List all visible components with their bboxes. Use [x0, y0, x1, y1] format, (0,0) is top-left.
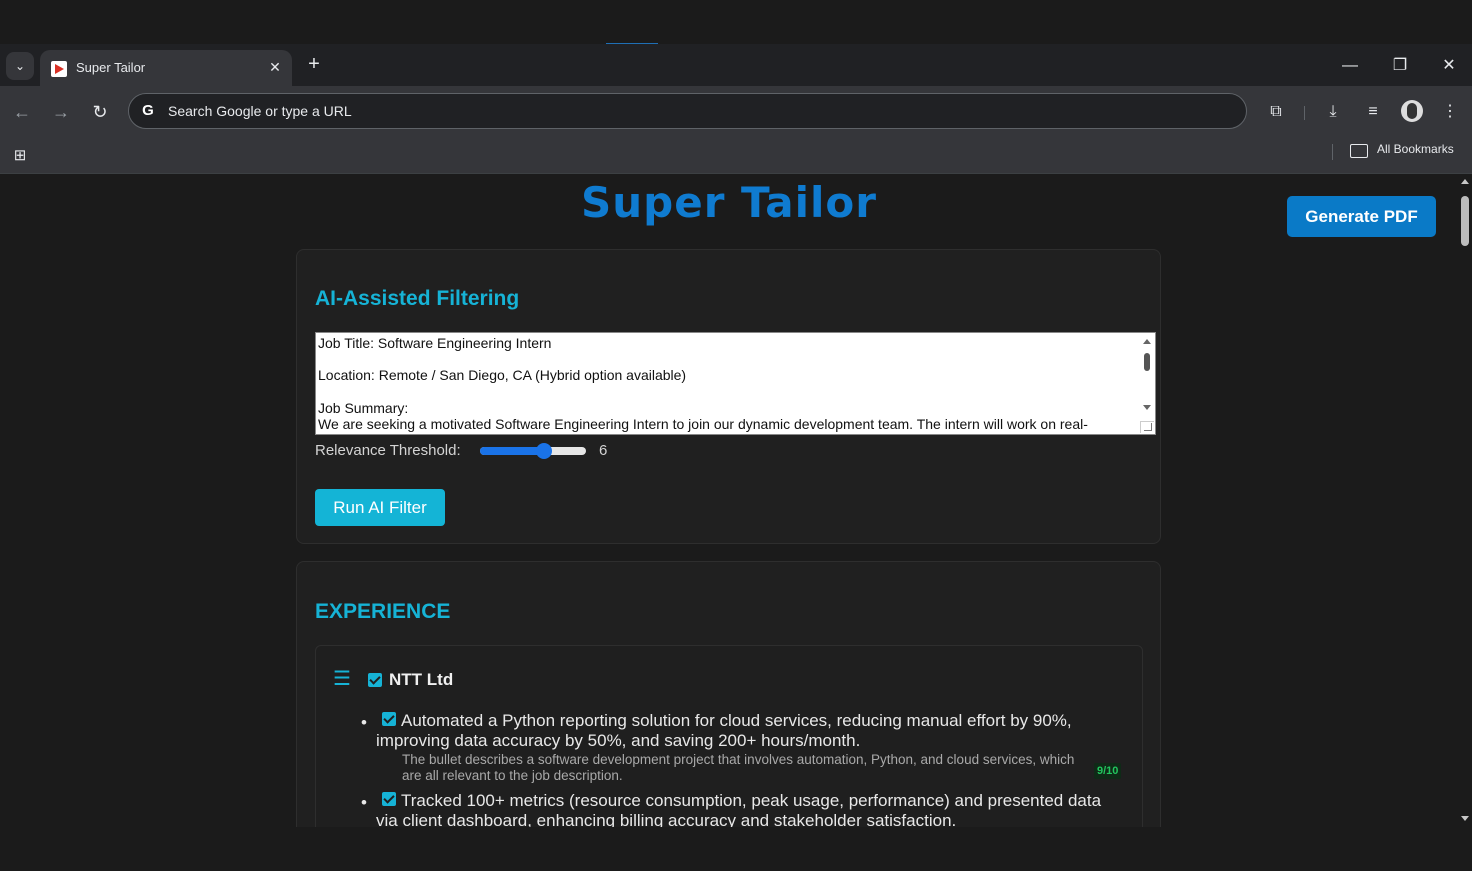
forward-icon[interactable]: →: [49, 100, 73, 124]
page-scrollbar[interactable]: [1458, 174, 1472, 827]
drag-handle-icon[interactable]: ☰: [333, 669, 351, 689]
job-description-textarea[interactable]: Job Title: Software Engineering Intern L…: [315, 332, 1156, 435]
reload-icon[interactable]: ↻: [88, 100, 112, 124]
tab-search-button[interactable]: ⌄: [6, 52, 34, 80]
os-bottom-bar: [0, 827, 1472, 871]
media-queue-icon[interactable]: ≡: [1361, 100, 1385, 124]
bookmarks-divider: [1332, 144, 1333, 160]
relevance-score-badge: 9/10: [1094, 763, 1122, 779]
close-window-icon[interactable]: ✕: [1437, 54, 1461, 78]
scroll-thumb[interactable]: [1144, 353, 1150, 371]
apps-grid-icon[interactable]: ⊞: [10, 146, 30, 166]
run-ai-filter-button[interactable]: Run AI Filter: [315, 489, 445, 526]
address-bar[interactable]: G Search Google or type a URL: [128, 93, 1247, 129]
download-icon[interactable]: ⤓: [1321, 100, 1345, 124]
all-bookmarks-link[interactable]: All Bookmarks: [1377, 142, 1454, 156]
bullet-dot: •: [361, 793, 367, 812]
restore-icon[interactable]: ❐: [1388, 54, 1412, 78]
job-description-text: Job Title: Software Engineering Intern L…: [318, 335, 1088, 433]
company-name: NTT Ltd: [389, 670, 454, 689]
toolbar-divider: [1304, 106, 1305, 120]
scroll-down-icon[interactable]: [1461, 816, 1469, 821]
textarea-scrollbar[interactable]: [1139, 333, 1155, 434]
bullet-dot: •: [361, 713, 367, 732]
folder-icon: [1350, 144, 1368, 158]
scroll-down-icon[interactable]: [1143, 405, 1151, 410]
bullet-text: Automated a Python reporting solution fo…: [376, 711, 1072, 750]
slider-thumb[interactable]: [535, 443, 552, 459]
browser-chrome: ⌄ Super Tailor ✕ + — ❐ ✕ ← → ↻ G Search …: [0, 44, 1472, 174]
tab-strip: ⌄ Super Tailor ✕ + — ❐ ✕: [0, 44, 1472, 86]
scroll-up-icon[interactable]: [1461, 179, 1469, 184]
browser-toolbar: ← → ↻ G Search Google or type a URL ⧉ ⤓ …: [0, 86, 1472, 138]
job-checkbox[interactable]: [368, 673, 382, 687]
tab-close-icon[interactable]: ✕: [266, 58, 284, 76]
profile-avatar[interactable]: [1401, 100, 1423, 122]
resize-handle-icon[interactable]: [1140, 421, 1154, 433]
scroll-thumb[interactable]: [1461, 196, 1469, 246]
new-tab-button[interactable]: +: [304, 54, 324, 74]
scroll-up-icon[interactable]: [1143, 339, 1151, 344]
bullet-text: Tracked 100+ metrics (resource consumpti…: [376, 791, 1102, 827]
threshold-slider[interactable]: [480, 443, 586, 459]
chevron-down-icon: ⌄: [14, 59, 26, 73]
tab-title: Super Tailor: [76, 60, 146, 75]
tab-super-tailor[interactable]: Super Tailor ✕: [40, 50, 292, 86]
slider-fill: [480, 447, 544, 455]
page-content: Super Tailor Generate PDF AI-Assisted Fi…: [0, 174, 1458, 827]
job-entry: ☰ NTT Ltd • Automated a Python reporting…: [315, 645, 1143, 827]
minimize-icon[interactable]: —: [1338, 54, 1362, 78]
page-title: Super Tailor: [581, 178, 877, 227]
extensions-icon[interactable]: ⧉: [1264, 100, 1288, 124]
address-bar-placeholder: Search Google or type a URL: [168, 103, 352, 119]
os-top-bar: [0, 0, 1472, 45]
favicon-icon: [51, 61, 67, 77]
google-icon: G: [142, 102, 154, 119]
experience-heading: EXPERIENCE: [315, 600, 451, 623]
experience-card: EXPERIENCE ☰ NTT Ltd • Automated a Pytho…: [296, 561, 1161, 827]
back-icon[interactable]: ←: [10, 100, 34, 124]
ai-filter-card: AI-Assisted Filtering Job Title: Softwar…: [296, 249, 1161, 544]
relevance-reason: The bullet describes a software developm…: [402, 752, 1075, 783]
ai-filter-heading: AI-Assisted Filtering: [315, 287, 520, 310]
generate-pdf-button[interactable]: Generate PDF: [1287, 196, 1436, 237]
threshold-label: Relevance Threshold:: [315, 442, 461, 459]
kebab-menu-icon[interactable]: ⋮: [1438, 100, 1462, 124]
threshold-value: 6: [599, 442, 608, 459]
bookmarks-bar: ⊞ All Bookmarks: [0, 138, 1472, 174]
